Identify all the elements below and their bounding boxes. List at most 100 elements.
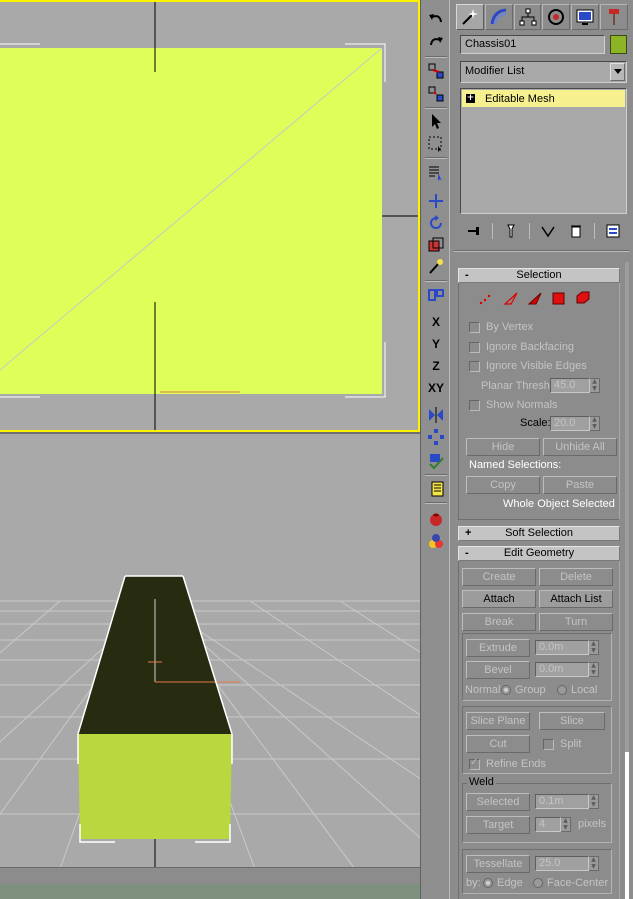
track-bar[interactable] bbox=[0, 884, 420, 899]
display-tab[interactable] bbox=[571, 4, 600, 30]
restrict-xy-button[interactable]: XY bbox=[424, 377, 448, 399]
weld-target-button[interactable]: Target bbox=[466, 816, 530, 834]
tessellate-face-center-radio[interactable]: Face-Center bbox=[533, 877, 608, 889]
modifier-stack[interactable]: + Editable Mesh bbox=[460, 88, 627, 214]
motion-tab-icon bbox=[548, 9, 565, 25]
selection-rollout-header[interactable]: - Selection bbox=[458, 268, 620, 283]
remove-modifier-button[interactable] bbox=[566, 222, 586, 240]
slice-plane-button[interactable]: Slice Plane bbox=[466, 712, 530, 730]
motion-tab[interactable] bbox=[542, 4, 571, 30]
front-viewport-canvas[interactable] bbox=[0, 2, 418, 432]
tessellate-edge-radio[interactable]: Edge bbox=[483, 877, 523, 889]
array-button[interactable] bbox=[424, 426, 448, 448]
attach-button[interactable]: Attach bbox=[462, 590, 536, 608]
turn-button[interactable]: Turn bbox=[539, 613, 613, 631]
show-normals-checkbox[interactable]: Show Normals bbox=[469, 399, 558, 411]
modifier-list-dropdown[interactable]: Modifier List bbox=[460, 61, 627, 83]
show-end-result-button[interactable] bbox=[501, 222, 521, 240]
ignore-visible-edges-checkbox[interactable]: Ignore Visible Edges bbox=[469, 360, 587, 372]
select-by-name-button[interactable] bbox=[424, 162, 448, 184]
hierarchy-tab-icon bbox=[519, 8, 537, 26]
render-scene-button[interactable] bbox=[424, 508, 448, 530]
mirror-button[interactable] bbox=[424, 404, 448, 426]
split-checkbox[interactable]: Split bbox=[543, 738, 581, 750]
material-editor-button[interactable] bbox=[424, 530, 448, 552]
render-teapot-icon bbox=[430, 513, 442, 526]
extrude-amount-spinner[interactable]: 0.0m ▲ ▼ bbox=[535, 640, 599, 655]
scale-button[interactable] bbox=[424, 234, 448, 256]
select-object-button[interactable] bbox=[424, 110, 448, 132]
stack-toolbar bbox=[460, 220, 627, 242]
chassis-front-face bbox=[0, 48, 382, 394]
scale-icon bbox=[428, 237, 444, 252]
chevron-down-icon[interactable] bbox=[610, 63, 625, 81]
manipulate-button[interactable] bbox=[424, 256, 448, 278]
track-view-button[interactable] bbox=[424, 478, 448, 500]
weld-selected-button[interactable]: Selected bbox=[466, 793, 530, 811]
align-button[interactable] bbox=[424, 450, 448, 472]
use-pivot-center-button[interactable] bbox=[424, 284, 448, 306]
tessellate-tension-spinner[interactable]: 25.0 ▲ ▼ bbox=[535, 856, 599, 871]
soft-selection-rollout-header[interactable]: + Soft Selection bbox=[458, 526, 620, 541]
undo-button[interactable] bbox=[424, 9, 448, 31]
copy-named-selection-button[interactable]: Copy bbox=[466, 476, 540, 494]
hierarchy-tab[interactable] bbox=[513, 4, 542, 30]
expand-icon[interactable]: + bbox=[466, 94, 475, 103]
extrude-button[interactable]: Extrude bbox=[466, 639, 530, 657]
extrude-bevel-group: Extrude 0.0m ▲ ▼ Bevel 0.0m ▲ ▼ Normal: Gr… bbox=[462, 633, 612, 701]
by-vertex-checkbox[interactable]: By Vertex bbox=[469, 321, 533, 333]
restrict-y-button[interactable]: Y bbox=[424, 333, 448, 355]
weld-threshold-spinner[interactable]: 0.1m ▲ ▼ bbox=[535, 794, 599, 809]
restrict-z-button[interactable]: Z bbox=[424, 355, 448, 377]
bevel-button[interactable]: Bevel bbox=[466, 661, 530, 679]
slice-button[interactable]: Slice bbox=[539, 712, 605, 730]
collapse-icon: - bbox=[465, 269, 469, 281]
perspective-viewport[interactable] bbox=[0, 432, 420, 867]
normal-scale-spinner[interactable]: 20.0 ▲ ▼ bbox=[550, 416, 600, 431]
rotate-button[interactable] bbox=[424, 212, 448, 234]
move-button[interactable] bbox=[424, 190, 448, 212]
object-name-field[interactable]: Chassis01 bbox=[460, 35, 605, 54]
ignore-backfacing-checkbox[interactable]: Ignore Backfacing bbox=[469, 341, 574, 353]
planar-thresh-spinner[interactable]: 45.0 ▲ ▼ bbox=[550, 378, 600, 393]
restrict-x-button[interactable]: X bbox=[424, 311, 448, 333]
front-viewport[interactable] bbox=[0, 0, 420, 432]
paste-named-selection-button[interactable]: Paste bbox=[543, 476, 617, 494]
make-unique-button[interactable] bbox=[538, 222, 558, 240]
attach-list-button[interactable]: Attach List bbox=[539, 590, 613, 608]
selection-rollout-title: Selection bbox=[516, 269, 562, 281]
unhide-all-button[interactable]: Unhide All bbox=[543, 438, 617, 456]
time-slider[interactable] bbox=[0, 867, 420, 899]
toolbar-separator bbox=[425, 502, 447, 504]
rollout-container: - Selection By Vertex Ignore Backfacing … bbox=[456, 262, 626, 899]
utilities-tab[interactable] bbox=[600, 4, 628, 30]
unlink-selection-button[interactable] bbox=[424, 83, 448, 105]
configure-modifier-sets-button[interactable] bbox=[603, 222, 623, 240]
subobject-level-icons[interactable] bbox=[479, 290, 597, 306]
cut-button[interactable]: Cut bbox=[466, 735, 530, 753]
perspective-viewport-canvas[interactable] bbox=[0, 434, 420, 867]
object-color-swatch[interactable] bbox=[610, 35, 627, 54]
rollout-scrollbar[interactable] bbox=[625, 262, 629, 899]
edit-geometry-rollout-header[interactable]: - Edit Geometry bbox=[458, 546, 620, 561]
delete-button[interactable]: Delete bbox=[539, 568, 613, 586]
refine-ends-checkbox[interactable]: Refine Ends bbox=[469, 757, 546, 770]
select-and-link-button[interactable] bbox=[424, 60, 448, 82]
weld-target-pixels-spinner[interactable]: 4 ▲ ▼ bbox=[535, 817, 571, 832]
stack-item-editable-mesh[interactable]: + Editable Mesh bbox=[462, 90, 625, 107]
selection-region-button[interactable] bbox=[424, 133, 448, 155]
create-tab[interactable] bbox=[456, 4, 484, 30]
scrollbar-thumb[interactable] bbox=[625, 752, 629, 899]
create-button[interactable]: Create bbox=[462, 568, 536, 586]
normal-local-radio[interactable]: Local bbox=[557, 684, 597, 696]
tessellate-button[interactable]: Tessellate bbox=[466, 855, 530, 873]
break-button[interactable]: Break bbox=[462, 613, 536, 631]
redo-button[interactable] bbox=[424, 32, 448, 54]
viewport-area bbox=[0, 0, 420, 899]
arrow-cursor-icon bbox=[432, 114, 441, 129]
normal-group-radio[interactable]: Group bbox=[501, 684, 546, 696]
modify-tab[interactable] bbox=[484, 4, 513, 30]
hide-button[interactable]: Hide bbox=[466, 438, 540, 456]
pin-stack-button[interactable] bbox=[464, 222, 484, 240]
bevel-amount-spinner[interactable]: 0.0m ▲ ▼ bbox=[535, 662, 599, 677]
